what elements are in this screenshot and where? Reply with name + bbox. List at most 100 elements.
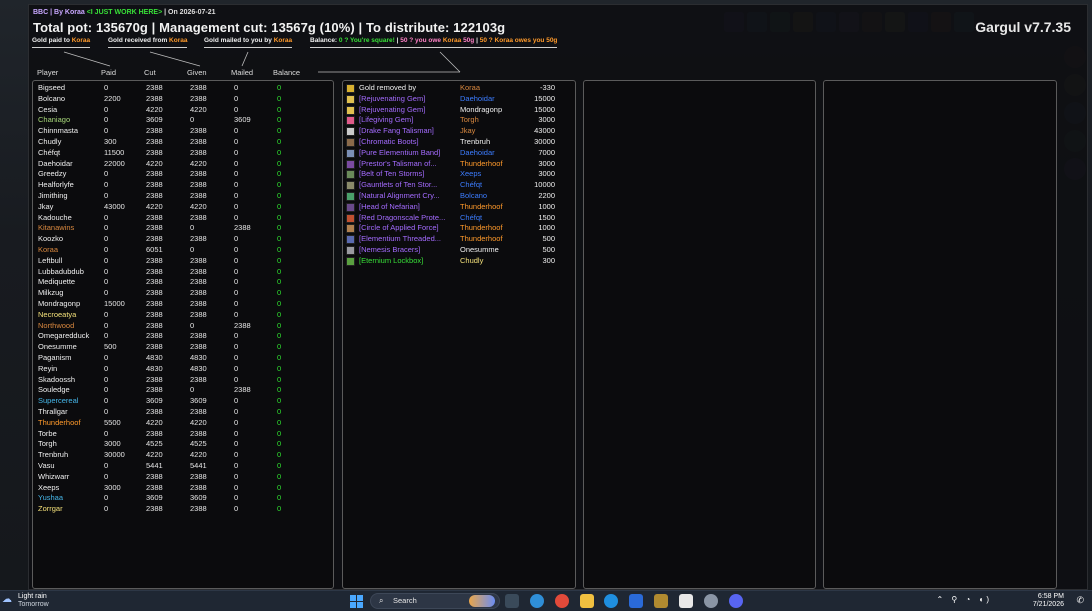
table-row[interactable]: Mondragonp 15000 2388 2388 0 0 [37, 299, 329, 310]
item-name[interactable]: [Eternium Lockbox] [359, 256, 459, 267]
column-header-paid[interactable]: Paid [101, 68, 116, 77]
table-row[interactable]: Leftbull 0 2388 2388 0 0 [37, 256, 329, 267]
list-item[interactable]: [Eternium Lockbox] Chudly 300 [345, 256, 575, 267]
loot-list[interactable]: Gold removed by Koraa -330 [Rejuvenating Ge… [342, 80, 576, 589]
table-row[interactable]: Lubbadubdub 0 2388 2388 0 0 [37, 267, 329, 278]
table-row[interactable]: Chinnmasta 0 2388 2388 0 0 [37, 126, 329, 137]
media-player-icon[interactable] [604, 594, 618, 608]
table-row[interactable]: Zorrgar 0 2388 2388 0 0 [37, 504, 329, 515]
weather-widget[interactable]: ☁ Light rain Tomorrow [2, 593, 49, 609]
list-item[interactable]: [Head of Nefarian] Thunderhoof 1000 [345, 202, 575, 213]
chrome-icon[interactable] [555, 594, 569, 608]
list-item[interactable]: [Prestor's Talisman of... Thunderhoof 3000 [345, 159, 575, 170]
item-name[interactable]: [Nemesis Bracers] [359, 245, 459, 256]
notepad-icon[interactable] [629, 594, 643, 608]
table-row[interactable]: Necroeatya 0 2388 2388 0 0 [37, 310, 329, 321]
discord-icon[interactable] [729, 594, 743, 608]
list-item[interactable]: [Nemesis Bracers] Onesumme 500 [345, 245, 575, 256]
list-item[interactable]: [Gauntlets of Ten Stor... Chéfqt 10000 [345, 180, 575, 191]
table-row[interactable]: Daehoidar 22000 4220 4220 0 0 [37, 159, 329, 170]
table-row[interactable]: Xeeps 3000 2388 2388 0 0 [37, 483, 329, 494]
table-row[interactable]: Mediquette 0 2388 2388 0 0 [37, 277, 329, 288]
list-item[interactable]: [Pure Elementium Band] Daehoidar 7000 [345, 148, 575, 159]
file-explorer-icon[interactable] [580, 594, 594, 608]
table-row[interactable]: Northwood 0 2388 0 2388 0 [37, 321, 329, 332]
table-row[interactable]: Bolcano 2200 2388 2388 0 0 [37, 94, 329, 105]
item-name[interactable]: [Prestor's Talisman of... [359, 159, 459, 170]
list-item[interactable]: [Natural Alignment Cry... Bolcano 2200 [345, 191, 575, 202]
list-item[interactable]: [Elementium Threaded... Thunderhoof 500 [345, 234, 575, 245]
list-item[interactable]: [Red Dragonscale Prote... Chéfqt 1500 [345, 213, 575, 224]
item-name[interactable]: [Belt of Ten Storms] [359, 169, 459, 180]
item-name[interactable]: [Natural Alignment Cry... [359, 191, 459, 202]
app-x-icon[interactable] [679, 594, 693, 608]
table-row[interactable]: Kadouche 0 2388 2388 0 0 [37, 213, 329, 224]
table-row[interactable]: Jimithing 0 2388 2388 0 0 [37, 191, 329, 202]
table-row[interactable]: Kitanawins 0 2388 0 2388 0 [37, 223, 329, 234]
column-header-player[interactable]: Player [37, 68, 58, 77]
table-row[interactable]: Healforlyfe 0 2388 2388 0 0 [37, 180, 329, 191]
item-name[interactable]: [Rejuvenating Gem] [359, 94, 459, 105]
table-row[interactable]: Chéfqt 11500 2388 2388 0 0 [37, 148, 329, 159]
item-name[interactable]: [Red Dragonscale Prote... [359, 213, 459, 224]
table-row[interactable]: Vasu 0 5441 5441 0 0 [37, 461, 329, 472]
table-row[interactable]: Greedzy 0 2388 2388 0 0 [37, 169, 329, 180]
item-name[interactable]: Gold removed by [359, 83, 459, 94]
item-name[interactable]: [Head of Nefarian] [359, 202, 459, 213]
column-header-cut[interactable]: Cut [144, 68, 156, 77]
item-name[interactable]: [Circle of Applied Force] [359, 223, 459, 234]
system-tray-icons[interactable]: ⌃ ⚲ ◔ ◖) [936, 595, 992, 604]
table-row[interactable]: Cesia 0 4220 4220 0 0 [37, 105, 329, 116]
table-row[interactable]: Whizwarr 0 2388 2388 0 0 [37, 472, 329, 483]
edge-icon[interactable] [530, 594, 544, 608]
list-item[interactable]: [Rejuvenating Gem] Daehoidar 15000 [345, 94, 575, 105]
cell-mailed: 0 [234, 428, 239, 438]
wow-icon[interactable] [654, 594, 668, 608]
item-name[interactable]: [Chromatic Boots] [359, 137, 459, 148]
table-row[interactable]: Yushaa 0 3609 3609 0 0 [37, 493, 329, 504]
table-row[interactable]: Trenbruh 30000 4220 4220 0 0 [37, 450, 329, 461]
table-row[interactable]: Onesumme 500 2388 2388 0 0 [37, 342, 329, 353]
table-row[interactable]: Souledge 0 2388 0 2388 0 [37, 385, 329, 396]
notification-icon[interactable]: ✆ [1076, 595, 1084, 606]
list-item[interactable]: [Chromatic Boots] Trenbruh 30000 [345, 137, 575, 148]
cell-mailed: 0 [234, 158, 239, 168]
table-row[interactable]: Koozko 0 2388 2388 0 0 [37, 234, 329, 245]
table-row[interactable]: Bigseed 0 2388 2388 0 0 [37, 83, 329, 94]
table-row[interactable]: Torbe 0 2388 2388 0 0 [37, 429, 329, 440]
column-header-given[interactable]: Given [187, 68, 207, 77]
list-item[interactable]: [Belt of Ten Storms] Xeeps 3000 [345, 169, 575, 180]
players-table[interactable]: Bigseed 0 2388 2388 0 0 Bolcano 2200 2388 2388 0 0 C… [32, 80, 334, 589]
list-item[interactable]: [Circle of Applied Force] Thunderhoof 1000 [345, 223, 575, 234]
clock[interactable]: 6:58 PM 7/21/2026 [1033, 593, 1064, 609]
windows-start-icon[interactable] [350, 595, 363, 608]
task-view-icon[interactable] [505, 594, 519, 608]
table-row[interactable]: Thunderhoof 5500 4220 4220 0 0 [37, 418, 329, 429]
table-row[interactable]: Paganism 0 4830 4830 0 0 [37, 353, 329, 364]
table-row[interactable]: Supercereal 0 3609 3609 0 0 [37, 396, 329, 407]
table-row[interactable]: Omegaredduck 0 2388 2388 0 0 [37, 331, 329, 342]
item-name[interactable]: [Elementium Threaded... [359, 234, 459, 245]
table-row[interactable]: Chudly 300 2388 2388 0 0 [37, 137, 329, 148]
table-row[interactable]: Milkzug 0 2388 2388 0 0 [37, 288, 329, 299]
settings-gear-icon[interactable] [704, 594, 718, 608]
item-name[interactable]: [Lifegiving Gem] [359, 115, 459, 126]
table-row[interactable]: Reyin 0 4830 4830 0 0 [37, 364, 329, 375]
column-header-mailed[interactable]: Mailed [231, 68, 253, 77]
table-row[interactable]: Thrallgar 0 2388 2388 0 0 [37, 407, 329, 418]
list-item[interactable]: [Rejuvenating Gem] Mondragonp 15000 [345, 105, 575, 116]
item-name[interactable]: [Drake Fang Talisman] [359, 126, 459, 137]
table-row[interactable]: Torgh 3000 4525 4525 0 0 [37, 439, 329, 450]
item-name[interactable]: [Gauntlets of Ten Stor... [359, 180, 459, 191]
item-name[interactable]: [Rejuvenating Gem] [359, 105, 459, 116]
taskbar-search[interactable]: ⌕ Search [370, 593, 500, 609]
item-name[interactable]: [Pure Elementium Band] [359, 148, 459, 159]
table-row[interactable]: Koraa 0 6051 0 0 0 [37, 245, 329, 256]
list-item[interactable]: [Lifegiving Gem] Torgh 3000 [345, 115, 575, 126]
table-row[interactable]: Jkay 43000 4220 4220 0 0 [37, 202, 329, 213]
column-header-balance[interactable]: Balance [273, 68, 300, 77]
list-item[interactable]: [Drake Fang Talisman] Jkay 43000 [345, 126, 575, 137]
table-row[interactable]: Skadoossh 0 2388 2388 0 0 [37, 375, 329, 386]
list-item[interactable]: Gold removed by Koraa -330 [345, 83, 575, 94]
table-row[interactable]: Chaniago 0 3609 0 3609 0 [37, 115, 329, 126]
